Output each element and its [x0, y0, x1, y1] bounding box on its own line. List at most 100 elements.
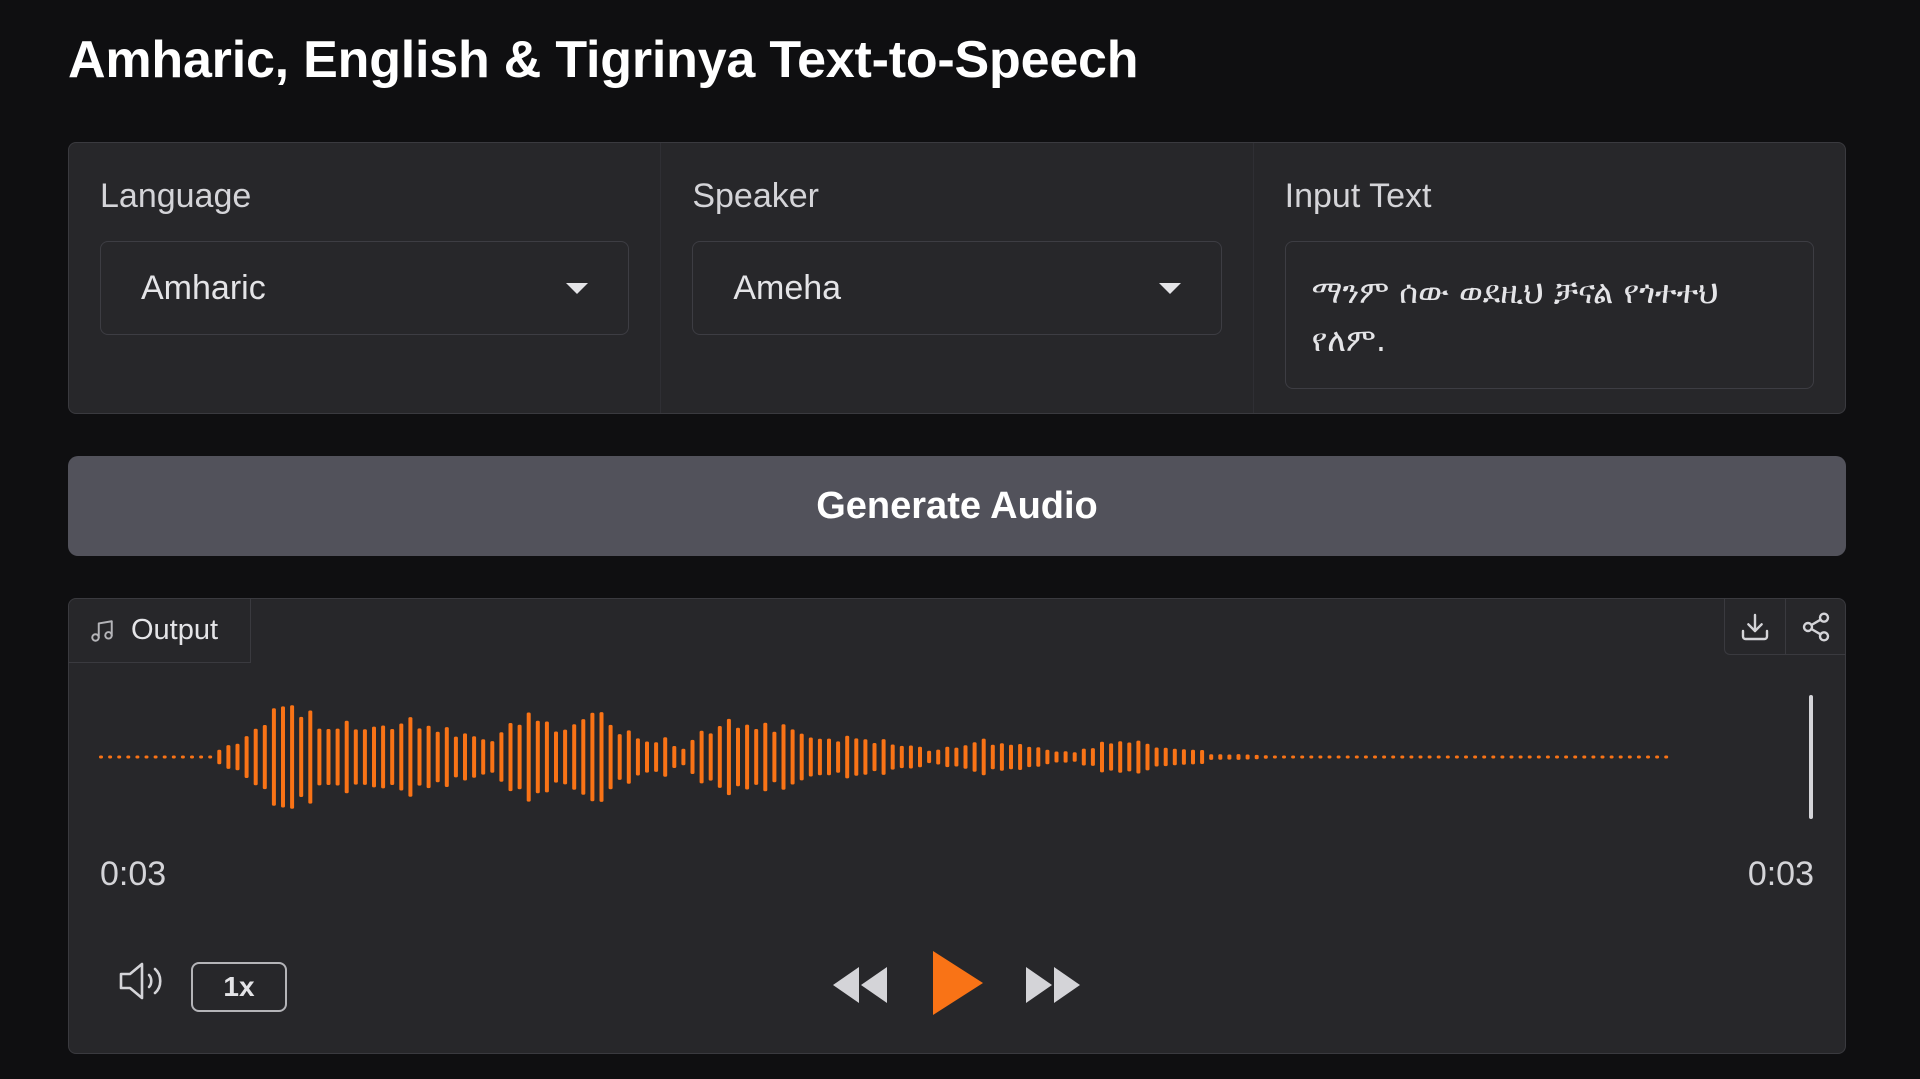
waveform-bar — [954, 747, 959, 767]
waveform-bar — [1536, 755, 1541, 759]
waveform-bar — [1118, 741, 1123, 773]
waveform-bar — [1309, 755, 1314, 759]
language-dropdown[interactable]: Amharic — [100, 241, 630, 335]
waveform-bar — [526, 712, 531, 802]
page-title: Amharic, English & Tigrinya Text-to-Spee… — [68, 31, 1139, 89]
waveform-bar — [1154, 747, 1159, 767]
waveform-bar — [927, 750, 932, 764]
waveform-bar — [335, 728, 340, 786]
input-text-field: Input Text ማንም ሰው ወደዚህ ቻናል የጎተተህ የለም. — [1252, 143, 1845, 413]
download-icon — [1741, 613, 1769, 641]
waveform-bar — [699, 730, 704, 784]
output-actions — [1724, 599, 1845, 655]
playhead-cursor[interactable] — [1809, 695, 1813, 819]
waveform-bar — [990, 744, 995, 770]
waveform-bar — [599, 712, 604, 802]
output-tab-label: Output — [131, 614, 219, 646]
waveform-bar — [1509, 755, 1514, 759]
waveform-bar — [490, 741, 495, 773]
waveform-bar — [1646, 755, 1650, 759]
chevron-down-icon — [1158, 282, 1181, 294]
waveform-bar — [863, 739, 868, 775]
waveform-bar — [1382, 755, 1387, 759]
waveform-bar — [1518, 755, 1523, 759]
waveform-bar — [99, 755, 103, 759]
waveform-bar — [1100, 741, 1104, 773]
waveform-bar — [635, 738, 640, 776]
waveform-bar — [1473, 755, 1478, 759]
waveform-bar — [1236, 754, 1241, 760]
waveform-bar — [845, 735, 850, 779]
speaker-label: Speaker — [692, 177, 819, 215]
waveform-bar — [663, 737, 668, 777]
waveform-bar — [608, 724, 613, 790]
play-icon — [933, 951, 983, 1015]
waveform-bar — [1664, 755, 1669, 759]
waveform-bar — [1545, 755, 1550, 759]
waveform-bar — [945, 746, 950, 768]
waveform-bar — [1027, 746, 1032, 768]
waveform-bar — [790, 729, 795, 785]
waveform-bar — [1300, 755, 1305, 759]
app-page: Amharic, English & Tigrinya Text-to-Spee… — [0, 0, 1920, 1079]
fast-forward-button[interactable] — [1024, 963, 1082, 1012]
waveform-bar — [226, 745, 231, 769]
waveform-bar — [1127, 742, 1132, 772]
waveform-bar — [1400, 755, 1405, 759]
waveform-bar — [1527, 755, 1532, 759]
waveform-bar — [281, 706, 285, 808]
waveform-bar — [1191, 749, 1195, 765]
waveform-bar — [344, 720, 349, 794]
waveform-bar — [1327, 755, 1332, 759]
waveform-bar — [1254, 754, 1259, 760]
waveform-bar — [1263, 755, 1268, 759]
output-audio-panel: Output 0:03 0:03 1x — [68, 598, 1846, 1054]
waveform-bar — [654, 742, 659, 772]
waveform-bar — [372, 726, 376, 788]
waveform-bar — [772, 731, 777, 783]
waveform-bar — [144, 755, 149, 759]
waveform-bar — [444, 727, 449, 787]
waveform-bar — [1564, 755, 1569, 759]
share-button[interactable] — [1785, 599, 1845, 655]
audio-waveform[interactable] — [99, 687, 1815, 827]
waveform-bar — [1618, 755, 1623, 759]
input-text-area[interactable]: ማንም ሰው ወደዚህ ቻናል የጎተተህ የለም. — [1284, 241, 1814, 389]
speaker-dropdown[interactable]: Ameha — [692, 241, 1222, 335]
waveform-bar — [1318, 755, 1323, 759]
waveform-bar — [1436, 755, 1441, 759]
waveform-bar — [1627, 755, 1632, 759]
rewind-button[interactable] — [831, 963, 889, 1012]
waveform-bar — [308, 710, 313, 804]
waveform-bar — [517, 724, 522, 790]
waveform-bar — [1245, 754, 1250, 760]
waveform-bar — [1018, 744, 1023, 770]
waveform-bar — [1655, 755, 1660, 759]
waveform-bar — [162, 755, 167, 759]
waveform-bar — [1054, 751, 1059, 763]
waveform-bar — [936, 749, 941, 765]
waveform-bar — [1009, 744, 1013, 770]
waveform-bar — [1354, 755, 1359, 759]
duration-time: 0:03 — [1747, 855, 1814, 893]
waveform-bar — [153, 755, 158, 759]
waveform-bar — [1036, 747, 1041, 767]
music-note-icon — [91, 619, 113, 642]
waveform-bar — [890, 744, 895, 770]
waveform-bar — [908, 745, 913, 769]
volume-button[interactable] — [115, 953, 171, 1009]
waveform-bar — [1409, 755, 1414, 759]
waveform-bar — [508, 723, 513, 792]
input-text-label: Input Text — [1284, 177, 1432, 215]
waveform-bar — [208, 755, 213, 759]
waveform-bar — [1218, 754, 1223, 760]
waveform-bar — [126, 755, 131, 759]
waveform-bar — [963, 745, 968, 769]
download-button[interactable] — [1725, 599, 1785, 655]
waveform-bar — [1582, 755, 1587, 759]
play-button[interactable] — [927, 945, 989, 1026]
waveform-bar — [1454, 755, 1459, 759]
generate-audio-button[interactable]: Generate Audio — [68, 456, 1846, 556]
playback-speed-button[interactable]: 1x — [191, 962, 287, 1012]
waveform-bar — [1373, 755, 1377, 759]
